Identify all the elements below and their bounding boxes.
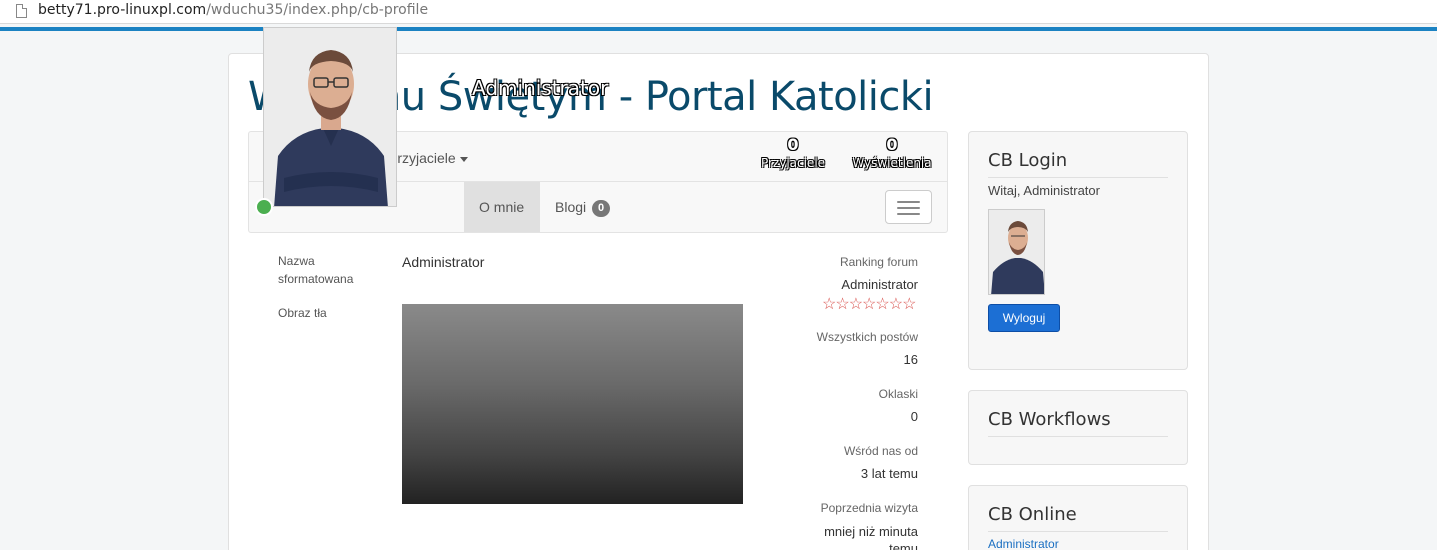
caret-down-icon — [459, 156, 468, 162]
tab-about-me-label: O mnie — [479, 199, 525, 215]
last-visit-value: mniej niż minuta temu — [824, 524, 918, 550]
welcome-text: Witaj, Administrator — [988, 183, 1100, 198]
views-stat: 0 Wyświetlenia — [852, 135, 932, 170]
formatted-name-value: Administrator — [402, 254, 485, 270]
hamburger-icon-line — [897, 213, 920, 215]
divider — [988, 531, 1168, 532]
cb-login-title: CB Login — [988, 150, 1068, 171]
applause-value: 0 — [910, 409, 918, 424]
views-label: Wyświetlenia — [852, 156, 932, 170]
profile-avatar[interactable] — [263, 27, 397, 207]
hamburger-icon-line — [897, 207, 920, 209]
tab-blogs-label: Blogi — [555, 199, 587, 215]
address-bar[interactable]: betty71.pro-linuxpl.com/wduchu35/index.p… — [0, 0, 1437, 24]
member-since-value: 3 lat temu — [860, 466, 918, 481]
friends-stat[interactable]: 0 Przyjaciele — [760, 135, 826, 170]
background-image — [402, 304, 743, 504]
last-visit-label: Poprzednia wizyta — [820, 501, 918, 515]
tab-blogs[interactable]: Blogi 0 — [540, 182, 625, 232]
friends-label: Przyjaciele — [760, 156, 826, 170]
online-user-link[interactable]: Administrator — [988, 537, 1059, 550]
background-image-label: Obraz tła — [278, 306, 327, 320]
cb-workflows-title: CB Workflows — [988, 409, 1111, 430]
url-host: betty71.pro-linuxpl.com — [38, 2, 207, 18]
hamburger-icon — [897, 201, 920, 203]
rating-stars-icon: ☆☆☆☆☆☆☆ — [822, 296, 916, 313]
friends-dropdown[interactable]: Przyjaciele — [388, 150, 468, 166]
member-since-label: Wśród nas od — [843, 444, 918, 458]
ranking-value: Administrator — [841, 277, 918, 292]
posts-label: Wszystkich postów — [816, 330, 918, 344]
page-icon — [16, 4, 27, 18]
mini-avatar-photo — [989, 210, 1044, 294]
friends-dropdown-label: Przyjaciele — [388, 150, 456, 166]
views-count: 0 — [886, 135, 898, 154]
url-path: /wduchu35/index.php/cb-profile — [206, 2, 429, 18]
friends-count: 0 — [787, 135, 799, 154]
divider — [988, 177, 1168, 178]
accent-bar — [0, 27, 1437, 31]
cb-online-title: CB Online — [988, 504, 1077, 525]
formatted-name-label: Nazwa sformatowana — [278, 254, 354, 286]
menu-toggle-button[interactable] — [885, 190, 932, 224]
tab-about-me[interactable]: O mnie — [464, 182, 540, 232]
blogs-count-badge: 0 — [592, 199, 611, 217]
posts-value: 16 — [903, 352, 918, 367]
cb-workflows-module: CB Workflows — [968, 390, 1188, 465]
profile-name-overlay: Administrator — [472, 76, 609, 100]
avatar-photo — [264, 28, 396, 206]
divider — [988, 436, 1168, 437]
login-avatar[interactable] — [988, 209, 1045, 295]
online-status-indicator — [255, 198, 273, 216]
ranking-label: Ranking forum — [839, 255, 918, 269]
applause-label: Oklaski — [878, 387, 918, 401]
url-text[interactable]: betty71.pro-linuxpl.com/wduchu35/index.p… — [38, 2, 428, 18]
logout-button[interactable]: Wyloguj — [988, 304, 1060, 332]
